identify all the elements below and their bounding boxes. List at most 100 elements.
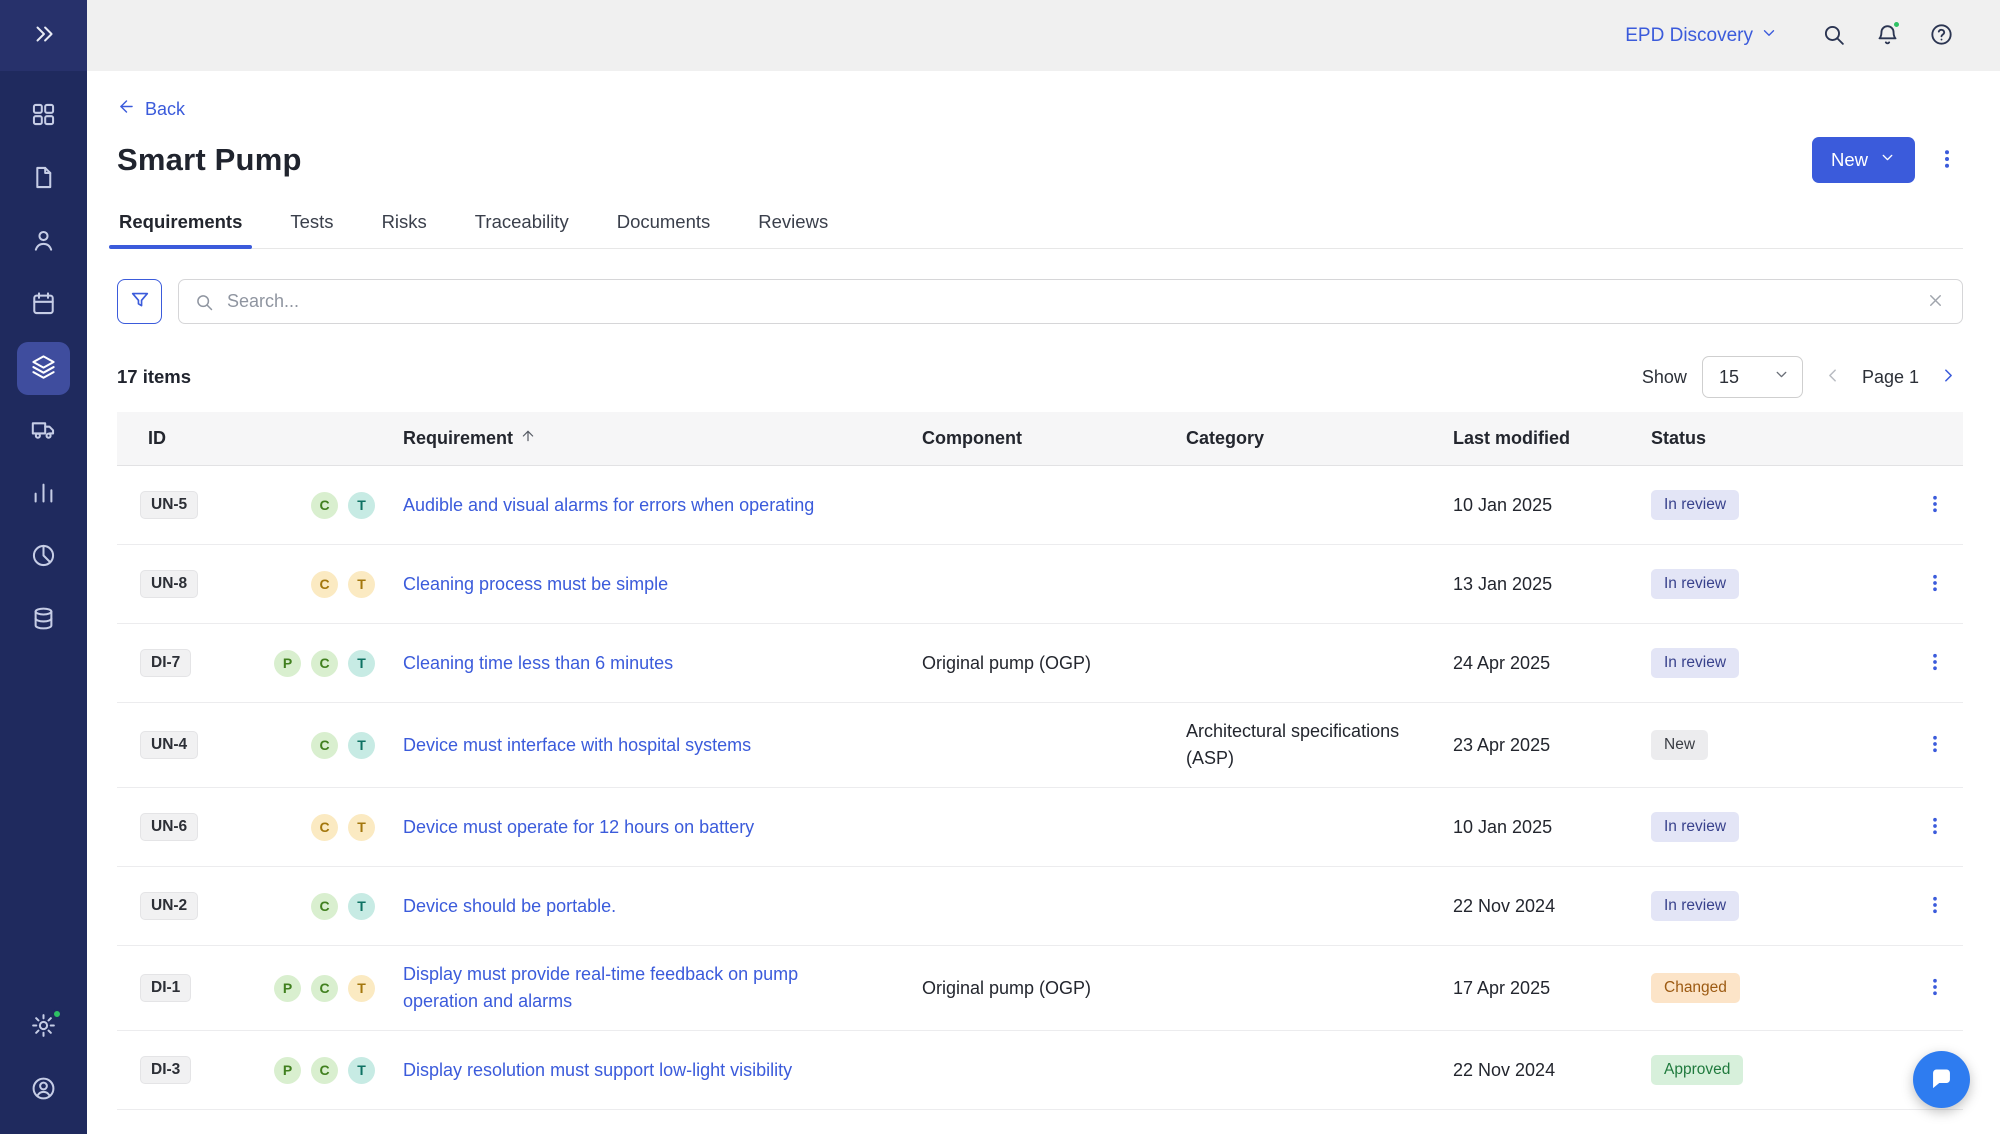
badge-P[interactable]: P	[274, 650, 301, 677]
status-cell: In review	[1651, 891, 1907, 921]
badge-group: CT	[311, 571, 375, 598]
badge-P[interactable]: P	[274, 975, 301, 1002]
requirement-cell: Device must interface with hospital syst…	[403, 732, 922, 759]
row-menu-button[interactable]	[1920, 568, 1950, 601]
requirement-id-chip: UN-4	[140, 731, 198, 759]
badge-T[interactable]: T	[348, 893, 375, 920]
badge-C[interactable]: C	[311, 571, 338, 598]
badge-C[interactable]: C	[311, 492, 338, 519]
column-header-last-modified[interactable]: Last modified	[1453, 428, 1651, 449]
global-search-button[interactable]	[1812, 15, 1854, 57]
page-menu-button[interactable]	[1931, 143, 1963, 178]
kebab-icon	[1935, 159, 1959, 174]
clear-search-button[interactable]	[1924, 289, 1947, 315]
badge-C[interactable]: C	[311, 814, 338, 841]
sidebar-item-deliveries[interactable]	[17, 405, 70, 458]
previous-page-button[interactable]	[1818, 361, 1847, 393]
last-modified-cell: 10 Jan 2025	[1453, 814, 1651, 841]
row-menu-button[interactable]	[1920, 890, 1950, 923]
requirement-link[interactable]: Device must operate for 12 hours on batt…	[403, 817, 754, 837]
truck-icon	[30, 416, 57, 448]
requirements-table: IDRequirementComponentCategoryLast modif…	[117, 412, 1963, 1110]
badge-C[interactable]: C	[311, 650, 338, 677]
row-menu-button[interactable]	[1920, 729, 1950, 762]
project-switcher[interactable]: EPD Discovery	[1625, 24, 1778, 48]
search-row	[117, 279, 1963, 324]
last-modified-cell: 10 Jan 2025	[1453, 492, 1651, 519]
notifications-button[interactable]	[1866, 15, 1908, 57]
status-cell: In review	[1651, 812, 1907, 842]
page-size-value: 15	[1719, 367, 1739, 388]
badge-T[interactable]: T	[348, 650, 375, 677]
page-content: Back Smart Pump New RequirementsTestsRis…	[87, 71, 2000, 1134]
row-menu-button[interactable]	[1920, 972, 1950, 1005]
requirement-link[interactable]: Audible and visual alarms for errors whe…	[403, 495, 814, 515]
id-cell: UN-5CT	[117, 491, 403, 519]
requirement-link[interactable]: Device should be portable.	[403, 896, 616, 916]
row-menu-button[interactable]	[1920, 489, 1950, 522]
column-header-component[interactable]: Component	[922, 428, 1186, 449]
sidebar-expand-button[interactable]	[25, 15, 63, 56]
requirement-link[interactable]: Cleaning process must be simple	[403, 574, 668, 594]
badge-T[interactable]: T	[348, 814, 375, 841]
app-window: EPD Discovery Back Smart Pump New	[0, 0, 2000, 1134]
badge-group: CT	[311, 893, 375, 920]
tab-requirements[interactable]: Requirements	[117, 211, 244, 248]
sidebar-item-dashboard[interactable]	[17, 90, 70, 143]
row-actions-cell	[1907, 568, 1963, 601]
tab-reviews[interactable]: Reviews	[756, 211, 830, 248]
requirement-link[interactable]: Display resolution must support low-ligh…	[403, 1060, 792, 1080]
sidebar-item-documents[interactable]	[17, 153, 70, 206]
badge-T[interactable]: T	[348, 571, 375, 598]
next-page-button[interactable]	[1934, 361, 1963, 393]
sidebar-item-analytics[interactable]	[17, 531, 70, 584]
last-modified-cell: 22 Nov 2024	[1453, 893, 1651, 920]
badge-C[interactable]: C	[311, 1057, 338, 1084]
requirement-id-chip: DI-1	[140, 974, 191, 1002]
status-badge: New	[1651, 730, 1708, 760]
column-header-id[interactable]: ID	[117, 428, 403, 449]
badge-group: PCT	[274, 1057, 375, 1084]
badge-P[interactable]: P	[274, 1057, 301, 1084]
badge-T[interactable]: T	[348, 492, 375, 519]
badge-T[interactable]: T	[348, 732, 375, 759]
badge-C[interactable]: C	[311, 732, 338, 759]
page-size-select[interactable]: 15	[1702, 356, 1803, 398]
column-header-status[interactable]: Status	[1651, 428, 1907, 449]
row-menu-button[interactable]	[1920, 647, 1950, 680]
row-menu-button[interactable]	[1920, 811, 1950, 844]
requirement-link[interactable]: Device must interface with hospital syst…	[403, 735, 751, 755]
filter-button[interactable]	[117, 279, 162, 324]
chevron-down-icon	[1773, 366, 1790, 388]
badge-T[interactable]: T	[348, 975, 375, 1002]
sidebar-item-calendar[interactable]	[17, 279, 70, 332]
back-link[interactable]: Back	[117, 97, 185, 121]
id-cell: DI-3PCT	[117, 1056, 403, 1084]
badge-T[interactable]: T	[348, 1057, 375, 1084]
last-modified-cell: 24 Apr 2025	[1453, 650, 1651, 677]
status-dot	[52, 1009, 62, 1019]
new-button[interactable]: New	[1812, 137, 1915, 183]
sidebar-item-database[interactable]	[17, 594, 70, 647]
search-input[interactable]	[225, 290, 1913, 313]
tab-tests[interactable]: Tests	[288, 211, 335, 248]
tab-documents[interactable]: Documents	[615, 211, 713, 248]
layers-icon	[30, 353, 57, 385]
sidebar-item-reports[interactable]	[17, 468, 70, 521]
tab-traceability[interactable]: Traceability	[473, 211, 571, 248]
sidebar-item-settings[interactable]	[17, 1001, 70, 1054]
column-header-category[interactable]: Category	[1186, 428, 1453, 449]
sidebar-item-account[interactable]	[17, 1064, 70, 1117]
sidebar-item-requirements[interactable]	[17, 342, 70, 395]
sidebar-item-users[interactable]	[17, 216, 70, 269]
status-badge: In review	[1651, 569, 1739, 599]
requirement-link[interactable]: Display must provide real-time feedback …	[403, 964, 798, 1011]
badge-C[interactable]: C	[311, 893, 338, 920]
requirement-id-chip: UN-2	[140, 892, 198, 920]
column-header-requirement[interactable]: Requirement	[403, 428, 922, 449]
help-button[interactable]	[1920, 15, 1962, 57]
requirement-link[interactable]: Cleaning time less than 6 minutes	[403, 653, 673, 673]
tab-risks[interactable]: Risks	[380, 211, 429, 248]
chat-widget-button[interactable]	[1913, 1051, 1970, 1108]
badge-C[interactable]: C	[311, 975, 338, 1002]
